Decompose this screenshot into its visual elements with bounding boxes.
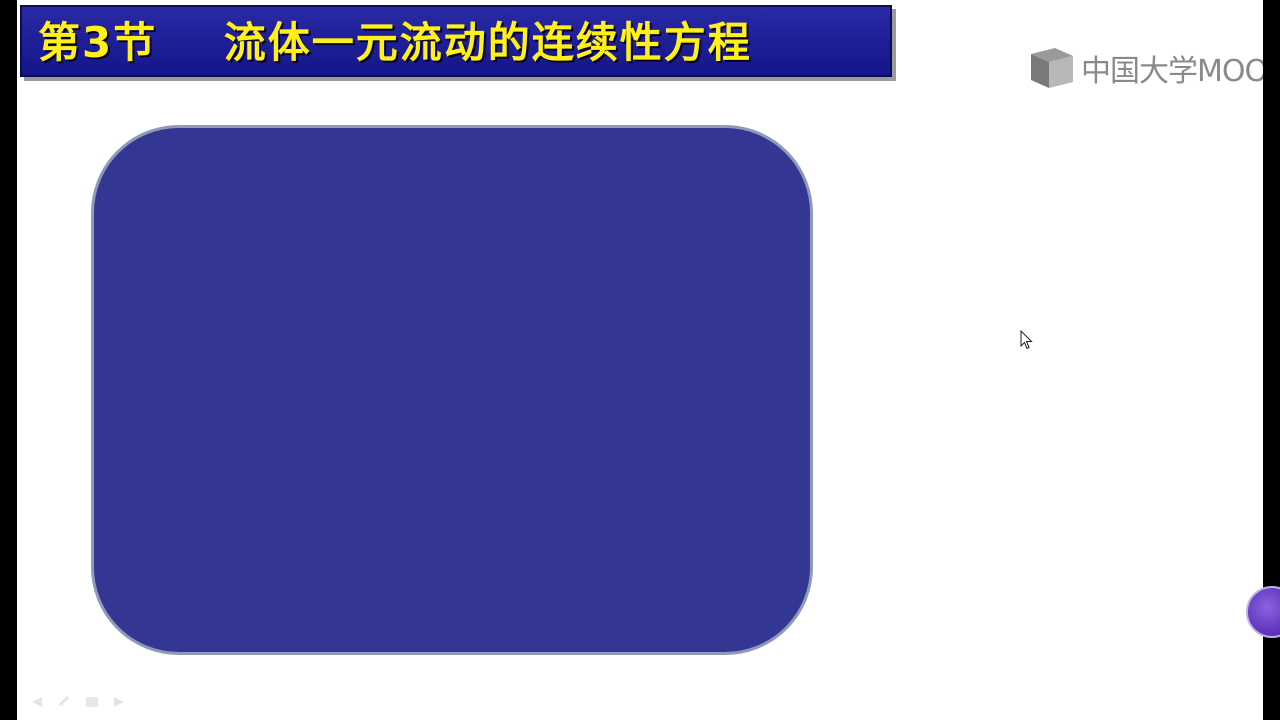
slide-nav-next-icon[interactable] xyxy=(113,693,127,712)
mouse-pointer-icon xyxy=(1020,330,1033,350)
mooc-logo-icon xyxy=(1031,48,1073,88)
slide-title: 第3节 流体一元流动的连续性方程 xyxy=(38,18,752,67)
slide-nav-previous-icon[interactable] xyxy=(29,693,43,712)
title-banner: 第3节 流体一元流动的连续性方程 xyxy=(20,5,892,77)
watermark-label: 中国大学MOOC xyxy=(1081,54,1263,89)
slide-nav-pen-icon[interactable] xyxy=(57,693,71,712)
slide-nav-menu-icon[interactable] xyxy=(85,693,99,712)
mooc-watermark: 中国大学MOOC xyxy=(1027,42,1263,90)
slide-nav-controls xyxy=(29,694,127,710)
slide-canvas: 第3节 流体一元流动的连续性方程 中国大学MOOC xyxy=(17,0,1263,720)
content-rounded-box xyxy=(91,125,813,655)
